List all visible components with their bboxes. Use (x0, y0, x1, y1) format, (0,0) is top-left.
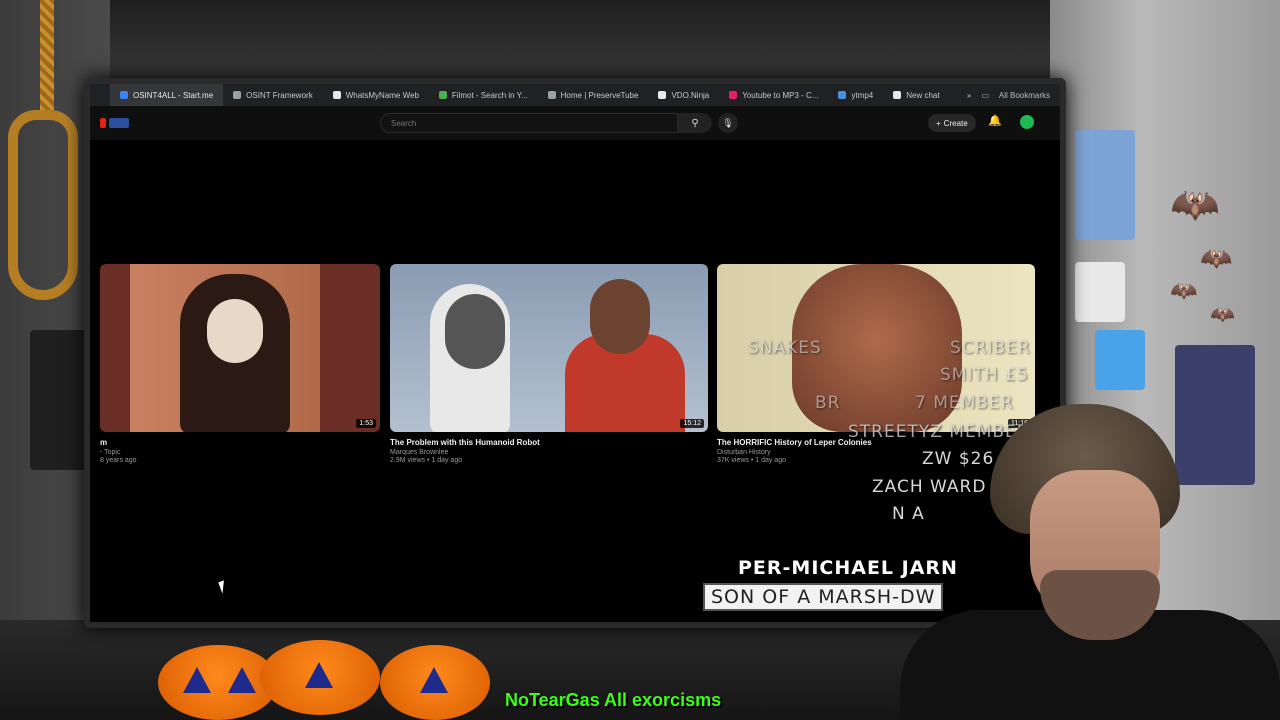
rope-decoration (40, 0, 54, 110)
person-head (590, 279, 650, 354)
tab-favicon-icon (120, 91, 128, 99)
browser-tab[interactable]: Home | PreserveTube (538, 84, 649, 106)
overlay-line: SCRIBER (950, 338, 1031, 358)
tab-favicon-icon (332, 91, 341, 99)
pumpkin-eye-icon (183, 667, 211, 693)
video-title[interactable]: m (100, 438, 380, 447)
search-button[interactable]: ⚲ (678, 113, 712, 133)
search-input[interactable]: Search (380, 113, 678, 133)
video-duration: 1:53 (356, 419, 376, 428)
voice-search-button[interactable]: 🎙 (718, 113, 738, 133)
browser-tab[interactable]: Filmot - Search in Y... (429, 84, 538, 106)
overlay-line: SNAKES (748, 338, 822, 358)
browser-tab[interactable]: ytmp4 (828, 84, 883, 106)
logo-mark-icon (100, 118, 106, 128)
overlay-line: BR (815, 393, 841, 413)
browser-tab[interactable]: OSINT4ALL - Start.me (110, 84, 224, 106)
noose-decoration (8, 110, 78, 300)
overlay-line: 7 MEMBER (915, 393, 1014, 413)
browser-tab[interactable]: Youtube to MP3 - C... (719, 84, 828, 106)
mic-icon: 🎙 (722, 117, 734, 128)
blue-creature-poster (1075, 130, 1135, 240)
bat-icon: 🦇 (1210, 304, 1235, 326)
tab-bar-end: » ▭ All Bookmarks (967, 91, 1060, 100)
tab-favicon-icon (729, 91, 738, 99)
bat-icon: 🦇 (1170, 278, 1198, 303)
mouse-cursor-icon (218, 578, 234, 594)
sticker-badge (1075, 262, 1125, 322)
avatar[interactable] (1020, 115, 1034, 129)
video-thumbnail[interactable]: 15:12 (390, 264, 708, 432)
tab-favicon-icon (547, 91, 556, 99)
overlay-line: ZW $26 (922, 449, 995, 469)
pumpkin-eye-icon (420, 667, 448, 693)
notifications-button[interactable]: 🔔 (988, 114, 1002, 127)
bat-icon: 🦇 (1200, 243, 1233, 273)
monitor: OSINT4ALL - Start.me OSINT Framework Wha… (84, 78, 1066, 628)
video-card[interactable]: 1:53 m - Topic 8 years ago (100, 264, 380, 484)
youtube-logo[interactable] (100, 116, 140, 130)
wrestler-poster (1175, 345, 1255, 485)
tab-favicon-icon (233, 91, 242, 99)
browser-tab[interactable]: VDO.Ninja (648, 84, 719, 106)
logo-text-icon (109, 118, 129, 128)
bell-icon: 🔔 (988, 115, 1002, 127)
tab-overflow-button[interactable]: » (967, 91, 971, 100)
video-channel[interactable]: Marques Brownlee (390, 449, 708, 456)
robot-head (445, 294, 505, 369)
tab-favicon-icon (893, 91, 902, 99)
video-feed: 1:53 m - Topic 8 years ago 15:12 The Pro… (90, 140, 1060, 622)
all-bookmarks-button[interactable]: All Bookmarks (999, 91, 1050, 100)
overlay-line: SMITH £5 (940, 365, 1029, 385)
pumpkin-eye-icon (305, 662, 333, 688)
cat-sticker (1095, 330, 1145, 390)
plus-icon: + (936, 118, 941, 128)
pumpkin-eye-icon (228, 667, 256, 693)
name-overlay: PER-MICHAEL JARN (738, 557, 958, 579)
browser-tab[interactable]: New chat (883, 84, 949, 106)
pumpkin-decoration (260, 640, 380, 715)
video-thumbnail[interactable]: 1:53 (100, 264, 380, 432)
youtube-header: Search ⚲ 🎙 + Create 🔔 (90, 106, 1060, 140)
video-channel[interactable]: - Topic (100, 449, 380, 456)
video-meta: 2.9M views • 1 day ago (390, 457, 463, 464)
pumpkin-decoration (380, 645, 490, 720)
browser-tab[interactable]: WhatsMyName Web (323, 84, 429, 106)
search-icon: ⚲ (691, 117, 699, 129)
video-title[interactable]: The Problem with this Humanoid Robot (390, 438, 708, 447)
stream-scene: 🦇 🦇 🦇 🦇 OSINT4ALL - Start.me OSINT Frame… (0, 0, 1280, 720)
bat-icon: 🦇 (1170, 183, 1220, 227)
folder-icon: ▭ (981, 90, 989, 100)
video-meta: 8 years ago (100, 457, 137, 464)
dark-poster (30, 330, 85, 470)
overlay-line: ZACH WARD (872, 477, 987, 497)
browser-tab-bar: OSINT4ALL - Start.me OSINT Framework Wha… (90, 84, 1060, 106)
son-overlay: SON OF A MARSH-DW (703, 583, 944, 611)
chat-ticker: NoTearGas All exorcisms (505, 690, 722, 710)
video-card[interactable]: 15:12 The Problem with this Humanoid Rob… (390, 264, 708, 484)
skull-face (207, 299, 263, 363)
tab-favicon-icon (838, 91, 847, 99)
video-duration: 15:12 (680, 419, 704, 428)
browser-tab[interactable]: OSINT Framework (223, 84, 323, 106)
tab-favicon-icon (438, 91, 447, 99)
overlay-line: N A (892, 504, 925, 524)
tab-favicon-icon (658, 91, 667, 99)
create-button[interactable]: + Create (928, 114, 976, 132)
